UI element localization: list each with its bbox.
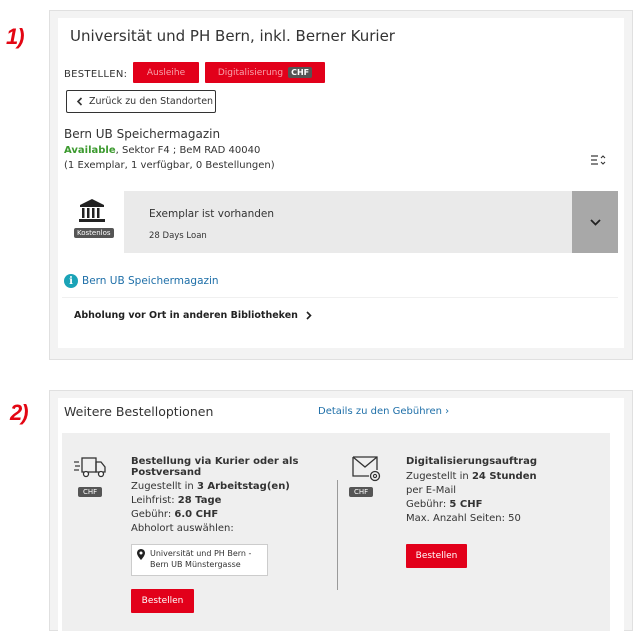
- digitization-fee-line: Gebühr: 5 CHF: [406, 499, 483, 510]
- expand-copy-button[interactable]: [572, 191, 618, 253]
- pickup-prompt: Abholort auswählen:: [131, 523, 234, 534]
- back-to-locations-button[interactable]: Zurück zu den Standorten: [66, 90, 216, 113]
- courier-fee: 6.0 CHF: [174, 509, 219, 520]
- pickup-location-select[interactable]: Universität und PH Bern - Bern UB Münste…: [131, 544, 268, 576]
- courier-option-details: Zugestellt in 3 Arbeitstag(en) Leihfrist…: [131, 480, 290, 536]
- info-icon: i: [64, 274, 78, 288]
- digitization-via: per E-Mail: [406, 485, 457, 496]
- order-digitization-button[interactable]: Bestellen: [406, 544, 467, 568]
- fees-details-link[interactable]: Details zu den Gebühren ›: [318, 406, 449, 417]
- digitization-option-details: Zugestellt in 24 Stunden per E-Mail Gebü…: [406, 470, 537, 526]
- digitization-button[interactable]: Digitalisierung CHF: [205, 62, 325, 83]
- chevron-down-icon: [589, 218, 601, 226]
- digitization-button-label: Digitalisierung: [217, 67, 284, 78]
- availability-line: Available, Sektor F4 ; BeM RAD 40040: [64, 145, 260, 156]
- annotation-marker-1: 1): [6, 24, 25, 49]
- sort-icon[interactable]: [590, 154, 606, 166]
- chf-badge: CHF: [288, 67, 313, 78]
- pickup-other-label: Abholung vor Ort in anderen Bibliotheken: [74, 310, 298, 321]
- availability-status: Available: [64, 145, 116, 156]
- pickup-location-value: Universität und PH Bern - Bern UB Münste…: [150, 549, 252, 569]
- free-badge: Kostenlos: [74, 228, 114, 238]
- courier-delivery-line: Zugestellt in 3 Arbeitstag(en): [131, 481, 290, 492]
- courier-chf-badge: CHF: [78, 487, 103, 497]
- courier-fee-line: Gebühr: 6.0 CHF: [131, 509, 219, 520]
- loan-period: 28 Days Loan: [149, 231, 207, 241]
- chevron-right-icon: ›: [445, 406, 450, 417]
- more-options-title: Weitere Bestelloptionen: [64, 404, 214, 419]
- digitization-delivery-time: 24 Stunden: [471, 471, 537, 482]
- courier-option-title: Bestellung via Kurier oder als Postversa…: [131, 456, 299, 478]
- fees-link-label: Details zu den Gebühren: [318, 406, 442, 417]
- courier-loan-period: 28 Tage: [177, 495, 222, 506]
- digitization-chf-badge: CHF: [349, 487, 374, 497]
- library-building-icon: [79, 199, 105, 222]
- copy-icon-area: Kostenlos: [62, 191, 124, 253]
- location-info-label: Bern UB Speichermagazin: [82, 275, 219, 287]
- loan-button[interactable]: Ausleihe: [133, 62, 199, 83]
- chevron-right-icon: [306, 311, 312, 320]
- digitization-max-pages: Max. Anzahl Seiten: 50: [406, 513, 521, 524]
- courier-delivery-time: 3 Arbeitstag(en): [196, 481, 290, 492]
- truck-icon: [74, 457, 106, 478]
- courier-loan-line: Leihfrist: 28 Tage: [131, 495, 222, 506]
- shelf-location: , Sektor F4 ; BeM RAD 40040: [115, 145, 261, 156]
- copy-status: Exemplar ist vorhanden: [149, 208, 275, 220]
- copies-summary: (1 Exemplar, 1 verfügbar, 0 Bestellungen…: [64, 160, 275, 171]
- location-info-link[interactable]: i Bern UB Speichermagazin: [64, 274, 219, 288]
- options-divider: [337, 480, 338, 590]
- digitization-fee: 5 CHF: [449, 499, 483, 510]
- order-label: BESTELLEN:: [64, 69, 128, 80]
- location-pin-icon: [137, 549, 145, 560]
- pickup-other-libraries-link[interactable]: Abholung vor Ort in anderen Bibliotheken: [62, 297, 618, 333]
- annotation-marker-2: 2): [10, 400, 29, 425]
- email-icon: [352, 456, 381, 482]
- back-button-label: Zurück zu den Standorten: [89, 96, 214, 107]
- location-name: Bern UB Speichermagazin: [64, 127, 221, 141]
- digitization-option-title: Digitalisierungsauftrag: [406, 456, 537, 467]
- chevron-left-icon: [76, 97, 83, 106]
- library-title: Universität und PH Bern, inkl. Berner Ku…: [70, 27, 395, 45]
- digitization-delivery-line: Zugestellt in 24 Stunden: [406, 471, 537, 482]
- order-courier-button[interactable]: Bestellen: [131, 589, 194, 613]
- copy-item: Kostenlos Exemplar ist vorhanden 28 Days…: [62, 191, 618, 253]
